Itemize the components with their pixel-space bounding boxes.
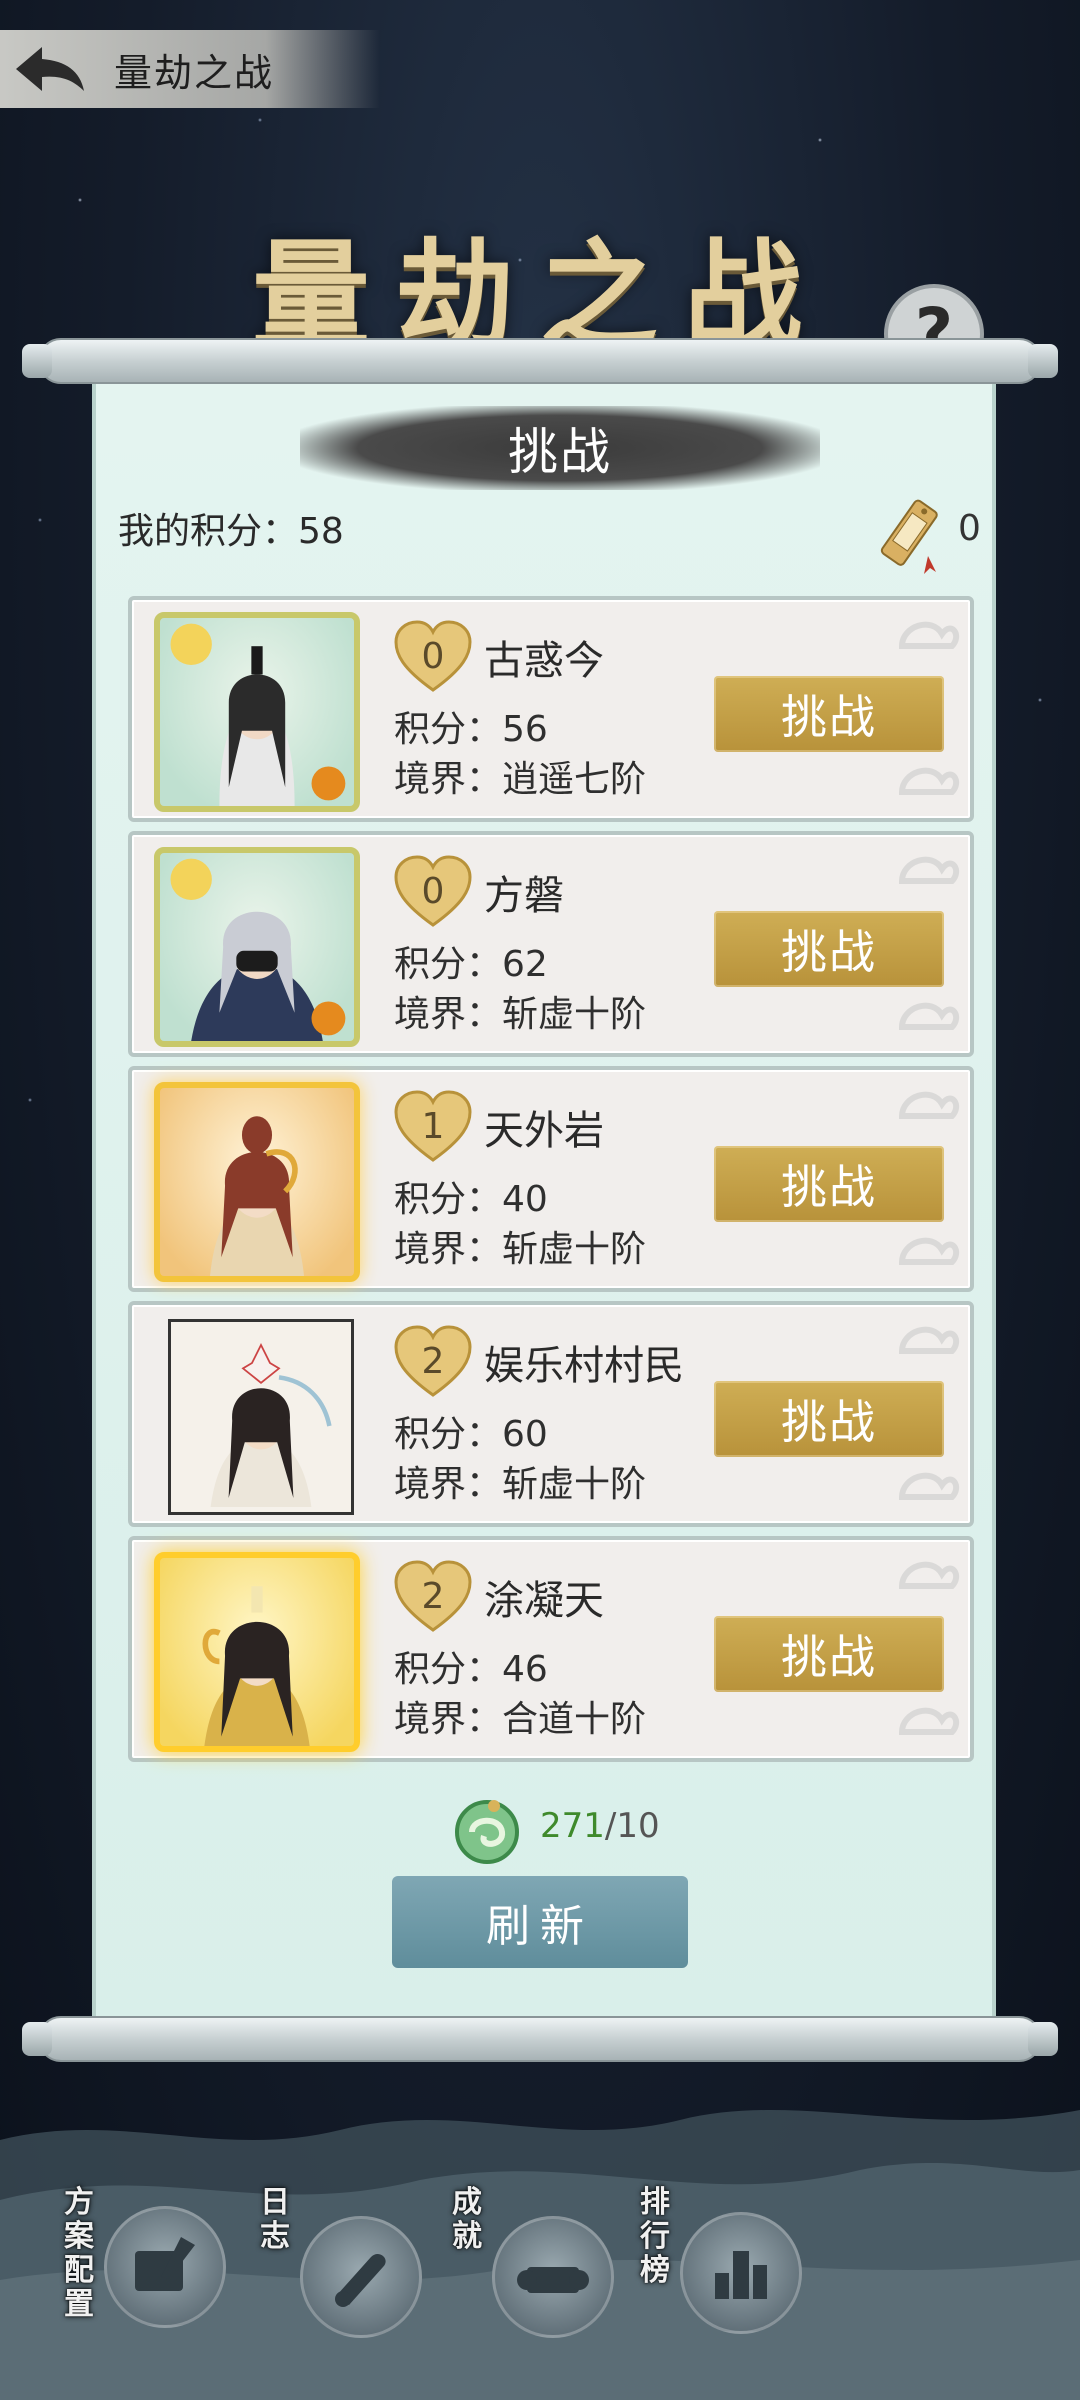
opponent-realm: 境界：合道十阶 [394,1699,647,1740]
character-portrait-icon [170,858,346,1041]
nav-plan-config-label: 方案配置 [64,2185,94,2322]
cloud-ornament-icon [898,1237,960,1265]
nav-log[interactable]: 日志 [260,2186,430,2356]
opponent-card: 2 涂凝天 积分：46 境界：合道十阶 挑战 [128,1536,974,1762]
challenge-button[interactable]: 挑战 [714,911,944,987]
cloud-ornament-icon [898,767,960,795]
opponent-score: 积分：56 [394,709,548,750]
nav-leaderboard-button[interactable] [680,2212,802,2334]
scroll-roll-icon [335,2254,386,2307]
nav-achievement-button[interactable] [492,2216,614,2338]
opponent-name: 方磐 [484,873,564,919]
opponent-score: 积分：46 [394,1649,548,1690]
cloud-ornament-icon [898,1091,960,1119]
character-portrait-icon [202,1586,310,1746]
character-portrait-icon [210,1342,332,1507]
back-arrow-icon [16,47,84,91]
heart-badge: 2 [394,1560,472,1634]
heart-count: 1 [421,1106,445,1147]
cloud-ornament-icon [898,1707,960,1735]
challenge-button[interactable]: 挑战 [714,676,944,752]
heart-badge: 1 [394,1090,472,1164]
refresh-button[interactable]: 刷新 [392,1876,688,1968]
scroll-rod-top [22,338,1058,384]
ticket-count: 0 [958,508,981,549]
opponent-avatar[interactable] [154,1082,360,1282]
nav-achievement-label: 成就 [452,2185,482,2254]
nav-plan-config[interactable]: 方案配置 [64,2186,234,2356]
cloud-ornament-icon [898,621,960,649]
heart-count: 0 [421,871,445,912]
jade-separator: / [604,1806,617,1846]
jade-cost: 10 [616,1806,660,1846]
character-portrait-icon [170,623,346,806]
heart-badge: 0 [394,855,472,929]
opponent-card: 0 方磐 积分：62 境界：斩虚十阶 挑战 [128,831,974,1057]
heart-badge: 2 [394,1325,472,1399]
nav-plan-config-button[interactable] [104,2206,226,2328]
opponent-card: 0 古惑今 积分：56 境界：逍遥七阶 挑战 [128,596,974,822]
opponent-name: 古惑今 [484,638,604,684]
opponent-score: 积分：60 [394,1414,548,1455]
back-button[interactable] [0,30,100,108]
nav-log-button[interactable] [300,2216,422,2338]
my-score: 我的积分：58 [118,511,344,552]
challenge-button[interactable]: 挑战 [714,1381,944,1457]
opponent-card: 2 娱乐村村民 积分：60 境界：斩虚十阶 挑战 [128,1301,974,1527]
opponent-avatar[interactable] [168,1319,354,1515]
challenge-ticket-icon [880,499,938,574]
opponent-name: 娱乐村村民 [484,1343,684,1389]
opponent-avatar[interactable] [154,847,360,1047]
jade-current: 271 [540,1806,605,1846]
jade-currency-count: 271/10 [540,1806,660,1846]
cloud-ornament-icon [898,856,960,884]
challenge-button[interactable]: 挑战 [714,1616,944,1692]
opponent-score: 积分：62 [394,944,548,985]
top-bar: 量劫之战 [0,30,380,108]
challenge-button[interactable]: 挑战 [714,1146,944,1222]
opponent-avatar[interactable] [154,1552,360,1752]
opponent-card: 1 天外岩 积分：40 境界：斩虚十阶 挑战 [128,1066,974,1292]
section-header: 挑战 [300,406,820,490]
opponent-realm: 境界：斩虚十阶 [394,1229,647,1270]
cloud-ornament-icon [898,1002,960,1030]
jade-dragon-icon [455,1800,519,1864]
nav-leaderboard[interactable]: 排行榜 [640,2186,820,2356]
nav-leaderboard-label: 排行榜 [640,2185,670,2288]
nav-log-label: 日志 [260,2185,290,2254]
leaderboard-bars-icon [715,2251,767,2299]
header-title: 量劫之战 [114,50,275,95]
heart-count: 2 [421,1576,445,1617]
opponent-realm: 境界：逍遥七阶 [394,759,647,800]
opponent-score: 积分：40 [394,1179,548,1220]
scroll-brush-icon [135,2237,195,2291]
opponent-realm: 境界：斩虚十阶 [394,1464,647,1505]
opponent-name: 天外岩 [484,1108,604,1154]
heart-count: 0 [421,636,445,677]
section-title: 挑战 [508,423,612,481]
opponent-realm: 境界：斩虚十阶 [394,994,647,1035]
opponent-name: 涂凝天 [484,1578,604,1624]
opponent-avatar[interactable] [154,612,360,812]
cloud-ornament-icon [898,1326,960,1354]
achievement-scroll-icon [517,2267,589,2293]
heart-count: 2 [421,1341,445,1382]
heart-badge: 0 [394,620,472,694]
cloud-ornament-icon [898,1561,960,1589]
character-portrait-icon [210,1116,304,1276]
nav-achievement[interactable]: 成就 [452,2186,622,2356]
cloud-ornament-icon [898,1472,960,1500]
